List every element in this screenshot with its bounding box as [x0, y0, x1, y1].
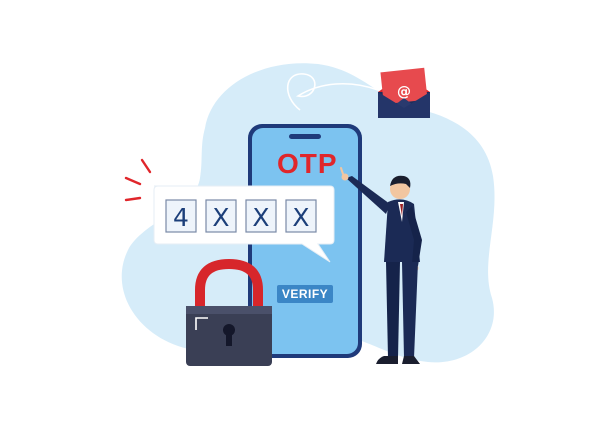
- code-digit-box-4: X: [285, 199, 317, 233]
- code-digit-2: X: [212, 203, 229, 232]
- attention-rays: [124, 158, 152, 202]
- verify-button-label: VERIFY: [282, 287, 328, 301]
- phone-speaker: [289, 134, 321, 139]
- code-digit-box-2: X: [205, 199, 237, 233]
- code-digit-box-1: 4: [165, 199, 197, 233]
- code-digit-3: X: [252, 203, 269, 232]
- otp-verification-illustration: @ OTP VERIFY 4 X X X: [121, 63, 495, 366]
- code-digit-4: X: [292, 203, 309, 232]
- envelope-icon: @: [378, 67, 430, 118]
- verify-button[interactable]: VERIFY: [277, 285, 333, 303]
- otp-title: OTP: [277, 148, 338, 179]
- code-digit-box-3: X: [245, 199, 277, 233]
- mail-at-symbol: @: [397, 84, 411, 100]
- code-digit-1: 4: [173, 203, 189, 232]
